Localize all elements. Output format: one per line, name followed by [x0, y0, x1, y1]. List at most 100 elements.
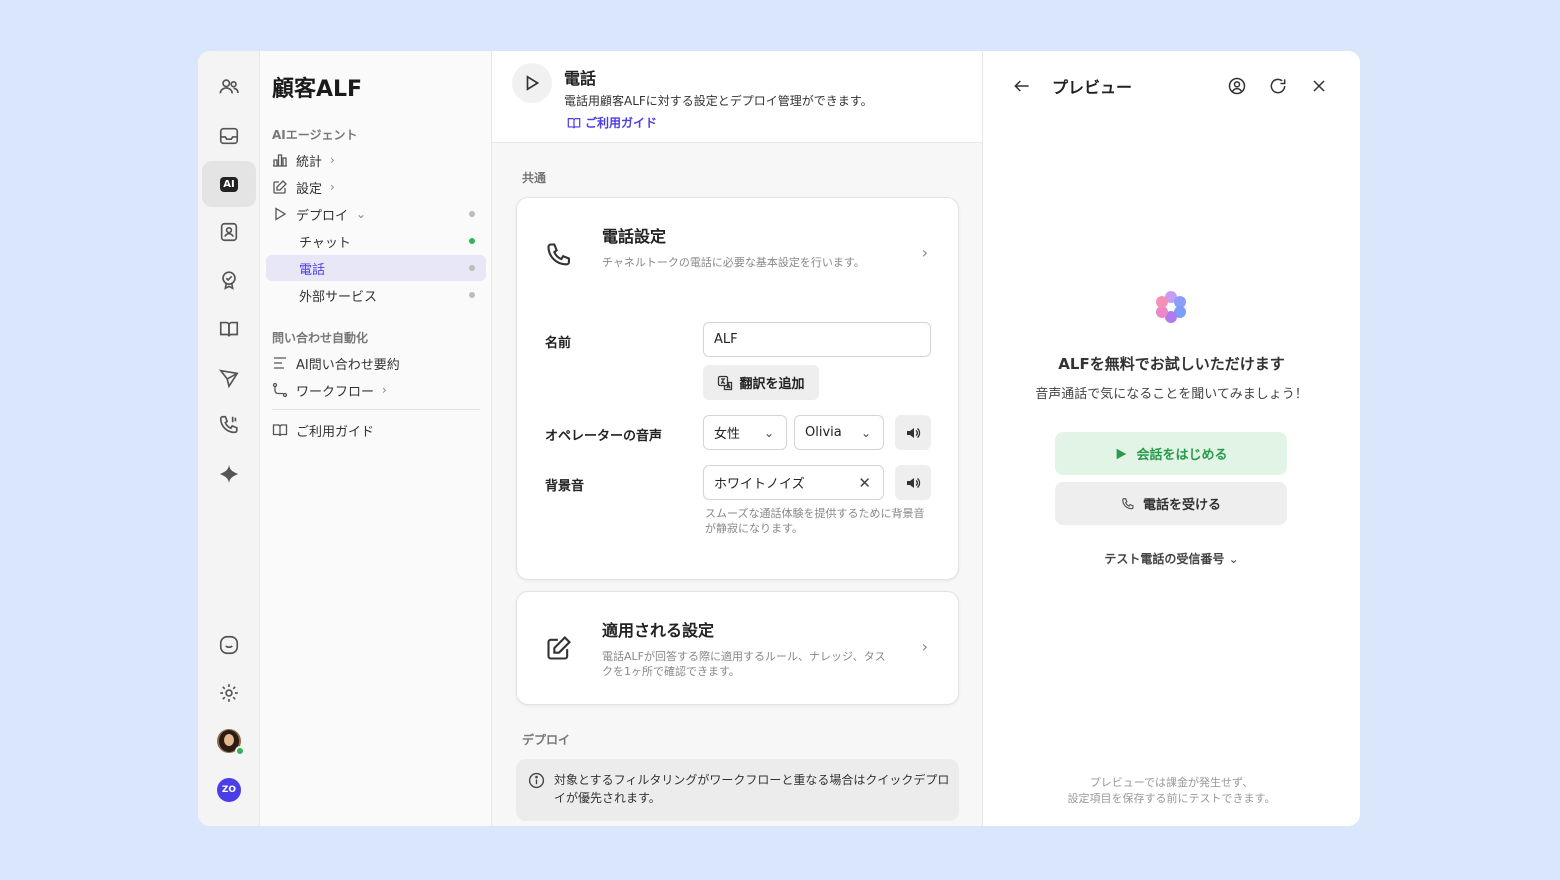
- phone-icon: [547, 243, 570, 266]
- chevron-down-icon: ⌄: [860, 425, 871, 440]
- gender-select[interactable]: 女性 ⌄: [703, 415, 787, 450]
- nav-item-ai-summary[interactable]: AI問い合わせ要約: [266, 350, 486, 376]
- status-dot: [469, 211, 475, 217]
- book-icon: [219, 321, 239, 337]
- nav-item-label: AI問い合わせ要約: [296, 357, 400, 373]
- rail-settings[interactable]: [202, 670, 256, 716]
- rail-profile[interactable]: [202, 718, 256, 764]
- back-button[interactable]: [1011, 75, 1033, 97]
- sparkle-icon: [219, 464, 239, 484]
- user-circle-icon: [1228, 77, 1246, 95]
- bar-chart-icon: [273, 154, 287, 167]
- guide-link-label: ご利用ガイド: [585, 116, 658, 130]
- refresh-button[interactable]: [1267, 75, 1289, 97]
- refresh-icon: [1270, 78, 1286, 94]
- badge-check-icon: [222, 271, 236, 290]
- status-dot: [469, 265, 475, 271]
- inbox-icon: [219, 127, 239, 145]
- sidebar-nav: 顧客ALF AIエージェント 統計 › 設定 › デプロイ ⌄ チャット 電話 外部サ…: [260, 51, 492, 826]
- rail-campaign[interactable]: [202, 355, 256, 401]
- bg-sound-hint: スムーズな通話体験を提供するために背景音が静寂になります。: [705, 507, 925, 535]
- rail-call[interactable]: [202, 402, 256, 448]
- rail-messenger[interactable]: [202, 622, 256, 668]
- rail-ai[interactable]: AI: [202, 161, 256, 207]
- gender-value: 女性: [714, 427, 741, 442]
- app-title: 顧客ALF: [272, 77, 363, 102]
- chevron-right-icon: ›: [330, 180, 335, 194]
- card-title: 適用される設定: [602, 621, 715, 640]
- book-icon: [272, 424, 288, 437]
- start-conversation-button[interactable]: 会話をはじめる: [1055, 432, 1287, 475]
- play-voice-button[interactable]: [895, 415, 931, 450]
- phone-settings-card: 電話設定 チャネルトークの電話に必要な基本設定を行います。 › 名前 ALF 翻…: [516, 197, 959, 580]
- workspace-logo: ZO: [217, 778, 241, 802]
- nav-item-label: 電話: [299, 262, 326, 278]
- card-description: チャネルトークの電話に必要な基本設定を行います。: [602, 256, 865, 269]
- nav-item-settings[interactable]: 設定 ›: [266, 174, 486, 200]
- status-dot: [469, 238, 475, 244]
- section-common: 共通: [522, 171, 547, 185]
- nav-item-guide[interactable]: ご利用ガイド: [266, 417, 486, 443]
- channel-icon: [512, 63, 552, 103]
- rail-quality[interactable]: [202, 257, 256, 303]
- rail-inbox[interactable]: [202, 113, 256, 159]
- nav-item-chat[interactable]: チャット: [266, 228, 486, 254]
- main-panel: 電話 電話用顧客ALFに対する設定とデプロイ管理ができます。 ご利用ガイド 共通…: [492, 51, 983, 826]
- page-header: 電話 電話用顧客ALFに対する設定とデプロイ管理ができます。 ご利用ガイド: [492, 51, 982, 143]
- nav-item-label: ご利用ガイド: [296, 424, 375, 440]
- voice-label: オペレーターの音声: [545, 429, 663, 444]
- chevron-right-icon: ›: [382, 383, 387, 397]
- alf-logo-icon: [1156, 291, 1186, 323]
- app-window: AI ZO 顧客ALF AIエージェント 統計 › 設定 › デプロイ ⌄ チャ…: [198, 51, 1360, 826]
- receive-call-button[interactable]: 電話を受ける: [1055, 482, 1287, 525]
- chevron-right-icon: ›: [330, 153, 335, 167]
- rail-workspace[interactable]: ZO: [202, 767, 256, 813]
- nav-divider: [272, 409, 480, 410]
- workflow-icon: [272, 382, 288, 398]
- chevron-right-icon[interactable]: ›: [922, 637, 928, 656]
- rail-docs[interactable]: [202, 306, 256, 352]
- rail-team[interactable]: [202, 64, 256, 110]
- nav-item-workflow[interactable]: ワークフロー ›: [266, 377, 486, 403]
- chevron-right-icon[interactable]: ›: [922, 243, 928, 262]
- test-number-toggle[interactable]: テスト電話の受信番号 ⌄: [983, 550, 1360, 567]
- ai-icon: AI: [220, 176, 238, 192]
- nav-item-phone[interactable]: 電話: [266, 255, 486, 281]
- close-icon[interactable]: ✕: [858, 474, 871, 492]
- preview-footer-line1: プレビューでは課金が発生せず、: [1089, 776, 1254, 789]
- voice-select[interactable]: Olivia ⌄: [794, 415, 884, 450]
- nav-item-external[interactable]: 外部サービス: [266, 282, 486, 308]
- play-icon: [275, 207, 287, 221]
- nav-item-stats[interactable]: 統計 ›: [266, 147, 486, 173]
- send-icon: [218, 369, 239, 389]
- nav-item-label: 設定: [296, 181, 323, 197]
- close-button[interactable]: [1308, 75, 1330, 97]
- status-dot: [469, 292, 475, 298]
- guide-link[interactable]: ご利用ガイド: [567, 114, 657, 131]
- page-title: 電話: [564, 69, 597, 88]
- page-description: 電話用顧客ALFに対する設定とデプロイ管理ができます。: [564, 94, 873, 108]
- book-icon: [567, 117, 581, 128]
- gear-icon: [220, 684, 238, 702]
- icon-rail: AI ZO: [198, 51, 260, 826]
- preview-title: プレビュー: [1052, 78, 1133, 97]
- rail-sparkle[interactable]: [202, 451, 256, 497]
- bg-sound-input[interactable]: ホワイトノイズ ✕: [703, 465, 884, 500]
- add-translation-button[interactable]: 翻訳を追加: [703, 365, 819, 400]
- play-bg-button[interactable]: [895, 465, 931, 500]
- profile-button[interactable]: [1226, 75, 1248, 97]
- chevron-down-icon: ⌄: [763, 425, 774, 440]
- bg-sound-label: 背景音: [545, 479, 585, 494]
- speaker-icon: [907, 427, 921, 438]
- nav-item-deploy[interactable]: デプロイ ⌄: [266, 201, 486, 227]
- name-input[interactable]: ALF: [703, 322, 931, 357]
- start-conversation-label: 会話をはじめる: [1136, 448, 1228, 463]
- play-icon: [1117, 448, 1127, 459]
- users-icon: [219, 79, 239, 94]
- nav-item-label: 統計: [296, 154, 323, 170]
- user-avatar: [217, 729, 245, 756]
- rail-contacts[interactable]: [202, 209, 256, 255]
- preview-subheading: 音声通話で気になることを聞いてみましょう！: [1035, 387, 1308, 402]
- applied-settings-card[interactable]: 適用される設定 電話ALFが回答する際に適用するルール、ナレッジ、タスクを1ヶ所…: [516, 591, 959, 705]
- preview-heading: ALFを無料でお試しいただけます: [1058, 355, 1285, 373]
